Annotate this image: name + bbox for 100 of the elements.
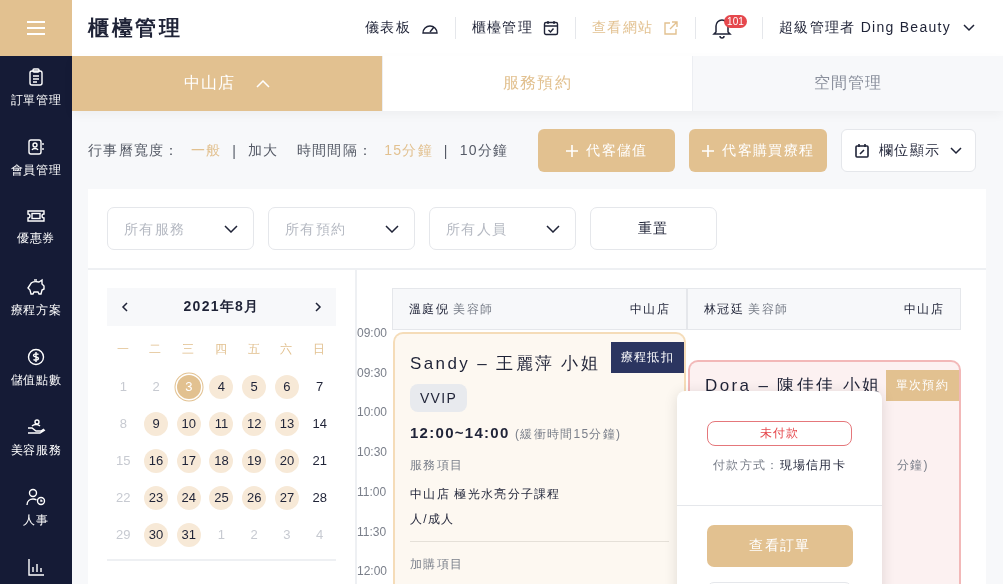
store-name: 中山店 [630, 300, 670, 318]
option-label: 行事曆寬度： [88, 141, 180, 160]
calendar-day[interactable]: 27 [274, 485, 299, 510]
service-name: 中山店 極光水亮分子課程 [410, 486, 562, 503]
previous-icon[interactable] [121, 301, 129, 313]
menu-icon [27, 21, 45, 35]
calendar-day[interactable]: 21 [307, 448, 332, 473]
time-label: 10:30 [357, 445, 389, 462]
appointment-time: 12:00~14:00 (緩衝時間15分鐘) [410, 424, 623, 443]
option-choice[interactable]: 加大 [248, 141, 279, 160]
calendar-day[interactable]: 9 [144, 411, 169, 436]
month-label: 2021年8月 [183, 298, 260, 316]
weekday-label: 六 [279, 341, 295, 358]
buffer-time: 分鐘) [897, 457, 929, 474]
section-heading: 加購項目 [410, 556, 465, 573]
calendar-day[interactable]: 28 [307, 485, 332, 510]
customer-name: Sandy – 王麗萍 小姐 [410, 353, 601, 375]
store-name: 中山店 [904, 300, 944, 318]
nav-link[interactable]: 櫃檯管理 [471, 19, 559, 37]
chevron-down-icon [546, 225, 560, 233]
calendar-day[interactable]: 11 [209, 411, 234, 436]
clipboard-icon [27, 68, 45, 86]
appointment-tag: 療程抵扣 [610, 342, 684, 373]
time-label: 12:00 [357, 564, 389, 581]
chevron-down-icon [224, 225, 238, 233]
chevron-down-icon [963, 24, 975, 32]
sidebar-item[interactable]: 美容服務 [10, 418, 62, 464]
calendar-day[interactable]: 20 [274, 448, 299, 473]
chevron-down-icon [950, 146, 963, 155]
calendar-day[interactable]: 26 [242, 485, 267, 510]
calendar-day[interactable]: 5 [242, 374, 267, 399]
calendar-day[interactable]: 7 [307, 374, 332, 399]
user-menu[interactable]: 超級管理者 Ding Beauty [779, 19, 975, 37]
person-clock-icon [26, 488, 46, 506]
page-title: 櫃檯管理 [88, 15, 183, 41]
service-detail: 人/成人 [410, 511, 456, 528]
payment-status: 未付款 [707, 421, 852, 446]
option-choice[interactable]: 10分鐘 [459, 141, 509, 160]
calendar-check-icon [542, 20, 559, 36]
filter-select[interactable]: 所有預約 [268, 207, 415, 250]
filter-select[interactable]: 所有人員 [429, 207, 576, 250]
column-display-button[interactable]: 欄位顯示 [841, 129, 977, 172]
time-label: 10:00 [357, 405, 389, 422]
calendar-day[interactable]: 30 [144, 522, 169, 547]
weekday-label: 二 [148, 341, 164, 358]
chevron-icon [255, 79, 270, 88]
plus-icon [566, 144, 579, 157]
notification-button[interactable]: 101 [712, 17, 747, 39]
calendar-day[interactable]: 25 [209, 485, 234, 510]
sidebar-item[interactable]: 會員管理 [10, 138, 62, 184]
staff-name: 溫庭倪 美容師 [409, 300, 494, 318]
piggy-bank-icon [26, 278, 46, 296]
ticket-icon [26, 208, 46, 224]
calendar-day[interactable]: 14 [307, 411, 332, 436]
section-heading: 服務項目 [410, 457, 465, 474]
calendar-day[interactable]: 18 [209, 448, 234, 473]
calendar-day[interactable]: 16 [144, 448, 169, 473]
sidebar-item[interactable]: 人事 [23, 488, 49, 534]
staff-name: 林冠廷 美容師 [704, 300, 789, 318]
reset-button[interactable]: 重置 [590, 207, 717, 250]
filter-select[interactable]: 所有服務 [107, 207, 254, 250]
calendar-day[interactable]: 10 [176, 411, 201, 436]
option-label: 時間間隔： [296, 141, 374, 160]
appointment-tag: 單次預約 [885, 370, 959, 401]
next-icon[interactable] [314, 301, 322, 313]
sidebar-item[interactable]: 優惠券 [17, 208, 55, 254]
calendar-day[interactable]: 13 [274, 411, 299, 436]
chevron-down-icon [385, 225, 399, 233]
calendar-day[interactable]: 17 [176, 448, 201, 473]
calendar-day[interactable]: 19 [242, 448, 267, 473]
time-label: 11:30 [357, 524, 388, 541]
separator: | [232, 142, 238, 159]
calendar-day[interactable]: 24 [176, 485, 201, 510]
calendar-day[interactable]: 23 [144, 485, 169, 510]
weekday-label: 三 [181, 341, 197, 358]
payment-method: 付款方式：現場信用卡 [712, 457, 847, 474]
calendar-day[interactable]: 12 [242, 411, 267, 436]
plus-icon [702, 144, 715, 157]
calendar-icon [855, 143, 870, 158]
bar-chart-icon[interactable] [27, 558, 45, 576]
time-label: 11:00 [357, 484, 388, 501]
calendar-day[interactable]: 4 [209, 374, 234, 399]
separator: | [443, 142, 449, 159]
external-link-icon [663, 20, 680, 36]
member-level: VVIP [410, 384, 468, 412]
weekday-label: 日 [312, 341, 328, 358]
spa-hand-icon [26, 418, 46, 436]
dollar-coin-icon [27, 348, 45, 366]
weekday-label: 五 [246, 341, 262, 358]
id-card-icon [27, 138, 45, 156]
weekday-label: 一 [115, 341, 131, 358]
weekday-label: 四 [213, 341, 230, 358]
calendar-day[interactable]: 31 [176, 522, 201, 547]
sidebar-item[interactable]: 療程方案 [10, 278, 62, 324]
time-label: 09:00 [357, 326, 389, 342]
time-label: 09:30 [357, 365, 389, 382]
sidebar-item[interactable]: 訂單管理 [10, 68, 62, 114]
nav-link[interactable]: 儀表板 [365, 19, 439, 37]
sidebar-item[interactable]: 儲值點數 [10, 348, 62, 394]
calendar-day[interactable]: 6 [274, 374, 299, 399]
